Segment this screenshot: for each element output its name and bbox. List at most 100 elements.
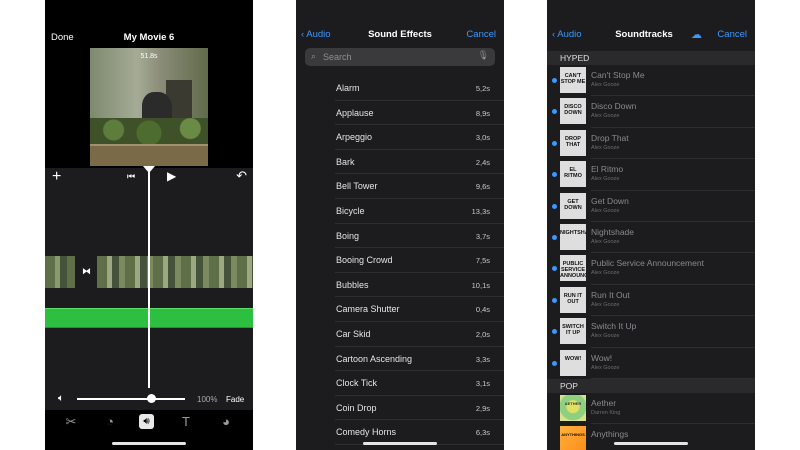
video-preview[interactable]: 51.8s [90, 48, 208, 166]
sound-effect-name: Coin Drop [336, 402, 377, 413]
sound-effect-duration: 13,3s [471, 206, 490, 216]
soundtrack-row[interactable]: CAN'T STOP ME Can't Stop Me Alex Gooze [547, 65, 755, 97]
volume-tool-icon[interactable]: 🔊︎ [139, 414, 154, 429]
soundtrack-row[interactable]: DROP THAT Drop That Alex Gooze [547, 128, 755, 160]
soundtrack-name: Run It Out [591, 289, 630, 300]
soundtrack-row[interactable]: SWITCH IT UP Switch It Up Alex Gooze [547, 316, 755, 348]
album-art: ANYTHINGS [560, 426, 586, 450]
new-track-dot-icon [552, 109, 557, 115]
undo-icon[interactable]: ↶ [236, 168, 247, 184]
soundtrack-row[interactable]: ANYTHINGS Anythings [547, 424, 755, 450]
section-header: HYPED [547, 51, 755, 65]
sound-effect-name: Bicycle [336, 205, 365, 216]
cancel-button[interactable]: Cancel [717, 29, 747, 40]
search-icon: ⌕ [311, 51, 317, 61]
sound-effect-row[interactable]: Coin Drop 2,9s [335, 396, 504, 421]
sound-effect-name: Comedy Horns [336, 427, 397, 438]
album-art: SWITCH IT UP [560, 318, 586, 345]
soundtrack-name: Get Down [591, 195, 629, 206]
soundtrack-artist: Alex Gooze [591, 239, 620, 245]
sound-effect-duration: 2,9s [475, 403, 490, 413]
album-art: DISCO DOWN [560, 98, 586, 125]
sound-effect-name: Bark [336, 156, 355, 167]
soundtrack-row[interactable]: RUN IT OUT Run It Out Alex Gooze [547, 285, 755, 317]
sound-effect-row[interactable]: Car Skid 2,0s [335, 322, 504, 347]
transition-icon[interactable]: ⧓ [82, 266, 91, 277]
sound-effect-row[interactable]: Bell Tower 9,6s [335, 174, 504, 199]
sound-effect-duration: 0,4s [475, 305, 490, 315]
microphone-icon[interactable]: 🎙︎ [478, 50, 489, 61]
title-text-icon[interactable]: T [176, 414, 196, 429]
new-track-dot-icon [552, 360, 557, 366]
add-media-icon[interactable]: + [52, 168, 61, 186]
sound-effect-row[interactable]: Comedy Whistle1,5s [335, 445, 504, 450]
sound-effect-row[interactable]: Clock Tick 3,1s [335, 371, 504, 396]
soundtrack-name: Can't Stop Me [591, 70, 645, 80]
soundtrack-name: Nightshade [591, 227, 635, 237]
new-track-dot-icon [552, 78, 557, 83]
speaker-icon[interactable]: 🔈︎ [58, 393, 64, 404]
video-clip[interactable] [45, 256, 75, 288]
soundtrack-row[interactable]: WOW! Wow! Alex Gooze [547, 348, 755, 379]
cancel-button[interactable]: Cancel [466, 29, 496, 40]
new-track-dot-icon [552, 297, 557, 303]
sound-effect-name: Clock Tick [336, 378, 378, 389]
sound-effect-row[interactable]: Applause 8,9s [335, 101, 504, 126]
sound-effect-row[interactable]: Boing 3,7s [335, 224, 504, 249]
soundtrack-artist: Alex Gooze [591, 207, 620, 214]
soundtrack-name: Wow! [591, 352, 613, 363]
fade-button[interactable]: Fade [226, 395, 244, 404]
sound-effect-name: Bell Tower [336, 181, 378, 192]
cloud-download-icon[interactable]: ☁ [691, 28, 702, 41]
sound-effect-row[interactable]: Bicycle 13,3s [335, 199, 504, 224]
soundtrack-row[interactable]: DISCO DOWN Disco Down Alex Gooze [547, 96, 755, 128]
album-art: PUBLIC SERVICE ANNOUNCEMENT [560, 255, 586, 282]
soundtrack-row[interactable]: NIGHTSHADE Nightshade Alex Gooze [547, 222, 755, 254]
sound-effect-duration: 3,7s [475, 231, 490, 241]
soundtrack-row[interactable]: AETHER Aether Darren King [547, 393, 755, 425]
movie-title: My Movie 6 [123, 32, 175, 43]
video-clip[interactable] [97, 256, 253, 288]
album-art: CAN'T STOP ME [560, 67, 586, 93]
sound-effect-row[interactable]: Cartoon Ascending 3,3s [335, 347, 504, 372]
soundtrack-row[interactable]: PUBLIC SERVICE ANNOUNCEMENT Public Servic… [547, 253, 755, 285]
phone-sound-effects: ‹ Audio Sound Effects Cancel ⌕ 🎙︎ Alarm 5… [296, 0, 504, 450]
section-header: POP [547, 379, 755, 393]
soundtrack-artist: Alex Gooze [591, 144, 620, 151]
home-indicator [614, 442, 688, 445]
sound-effect-duration: 5,2s [475, 84, 490, 93]
phone-soundtracks: ‹ Audio Soundtracks ☁ Cancel HYPED CAN'T … [547, 0, 755, 450]
preview-timestamp: 51.8s [140, 53, 158, 60]
filters-icon[interactable]: ◕ [216, 414, 236, 429]
sound-effect-row[interactable]: Bubbles 10,1s [335, 273, 504, 298]
new-track-dot-icon [552, 203, 557, 209]
sound-effect-row[interactable]: Camera Shutter 0,4s [335, 297, 504, 322]
sound-effect-row[interactable]: Bark 2,4s [335, 150, 504, 175]
sound-effect-duration: 3,3s [475, 354, 490, 364]
play-icon[interactable]: ▶ [167, 169, 176, 183]
playhead[interactable] [148, 172, 150, 389]
sound-effect-row[interactable]: Alarm 5,2s [335, 76, 504, 101]
soundtrack-name: Public Service Announcement [591, 258, 704, 269]
sound-effect-row[interactable]: Arpeggio 3,0s [335, 125, 504, 150]
speed-icon[interactable]: ◔ [100, 414, 120, 429]
new-track-dot-icon [552, 329, 557, 335]
sound-effect-duration: 2,4s [475, 157, 490, 167]
soundtrack-row[interactable]: GET DOWN Get Down Alex Gooze [547, 191, 755, 222]
volume-slider-knob[interactable] [147, 394, 156, 403]
sound-effect-row[interactable]: Booing Crowd 7,5s [335, 248, 504, 273]
volume-percent: 100% [197, 395, 218, 404]
new-track-dot-icon [552, 266, 557, 272]
search-input[interactable] [323, 50, 473, 64]
sound-effect-duration: 10,1s [471, 280, 490, 290]
soundtrack-row[interactable]: EL RITMO El Ritmo Alex Gooze [547, 159, 755, 191]
new-track-dot-icon [552, 235, 557, 240]
volume-slider[interactable] [77, 398, 185, 400]
skip-to-start-icon[interactable]: ⏮ [127, 171, 135, 182]
scissors-icon[interactable]: ✂ [61, 414, 81, 430]
soundtrack-artist: Alex Gooze [591, 113, 620, 120]
album-art: AETHER [560, 395, 586, 421]
volume-bar: 🔈︎ 100% Fade [45, 388, 253, 410]
album-art: NIGHTSHADE [560, 224, 586, 250]
sound-effect-name: Boing [336, 230, 360, 241]
